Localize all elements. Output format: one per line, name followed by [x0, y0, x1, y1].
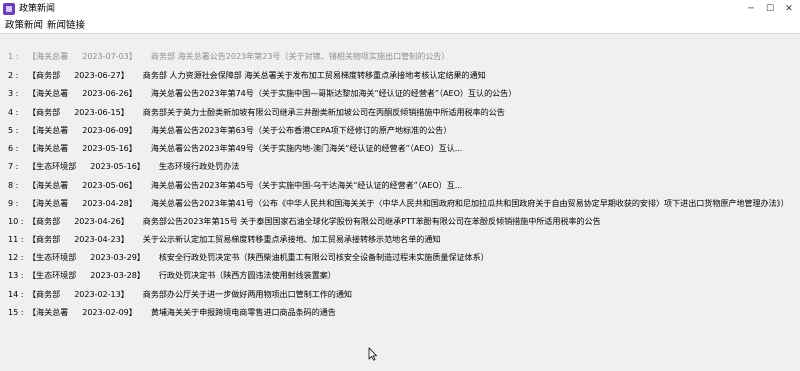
news-date: 2023-04-23】 [74, 234, 129, 244]
news-item[interactable]: 9 : 【海关总署 2023-04-28】 海关总署公告2023年第41号（公布《中华… [8, 197, 789, 209]
mouse-cursor-icon [368, 347, 378, 361]
news-source: 【海关总署 [28, 143, 69, 153]
news-title: 商务部关于英力士酚类新加坡有限公司继承三井酚类新加坡公司在丙酮反倾销措施中所适用… [142, 107, 505, 117]
news-date: 2023-06-27】 [74, 70, 129, 80]
news-title: 海关总署公告2023年第63号（关于公布香港CEPA项下经修订的原产地标准的公告… [150, 125, 452, 135]
news-title: 生态环境行政处罚办法 [158, 161, 240, 171]
news-date: 2023-04-28】 [82, 198, 137, 208]
news-source: 【海关总署 [28, 198, 69, 208]
news-item[interactable]: 4 : 【商务部 2023-06-15】 商务部关于英力士酚类新加坡有限公司继承三井酚… [8, 106, 505, 118]
news-index: 9 : [8, 198, 19, 208]
menu-policy-news[interactable]: 政策新闻 [3, 19, 45, 32]
news-index: 4 : [8, 107, 19, 117]
news-item[interactable]: 7 : 【生态环境部 2023-05-16】 生态环境行政处罚办法 [8, 160, 239, 172]
news-source: 【海关总署 [28, 125, 69, 135]
news-date: 2023-06-09】 [82, 125, 137, 135]
minimize-button[interactable]: ─ [742, 1, 760, 17]
news-index: 11 : [8, 234, 24, 244]
window-title: 政策新闻 [19, 4, 56, 14]
news-index: 1 : [8, 51, 19, 61]
menu-bar: 政策新闻 新闻链接 [0, 18, 800, 34]
menu-news-links[interactable]: 新闻链接 [45, 19, 87, 32]
news-index: 14 : [8, 289, 24, 299]
news-source: 【海关总署 [28, 307, 69, 317]
news-item[interactable]: 14 : 【商务部 2023-02-13】 商务部办公厅关于进一步做好两用物项出口管制… [8, 288, 352, 300]
news-item[interactable]: 12 : 【生态环境部 2023-03-29】 核安全行政处罚决定书（陕西柴油机重工有… [8, 251, 489, 263]
news-source: 【生态环境部 [28, 252, 77, 262]
news-item[interactable]: 13 : 【生态环境部 2023-03-28】 行政处罚决定书（陕西方圆违法使用射线装… [8, 269, 336, 281]
news-title: 关于公示新认定加工贸易梯度转移重点承接地、加工贸易承接转移示范地名单的通知 [142, 234, 441, 244]
close-button[interactable]: ✕ [780, 1, 798, 17]
news-item[interactable]: 15 : 【海关总署 2023-02-09】 黄埔海关关于申报跨境电商零售进口商品条码… [8, 306, 336, 318]
news-index: 2 : [8, 70, 19, 80]
news-date: 2023-06-15】 [74, 107, 129, 117]
news-title: 核安全行政处罚决定书（陕西柴油机重工有限公司核安全设备制造过程未实施质量保证体系… [158, 252, 489, 262]
news-source: 【商务部 [28, 289, 61, 299]
news-item[interactable]: 1 : 【海关总署 2023-07-03】 商务部 海关总署公告2023年第23号（关… [8, 50, 449, 62]
app-icon [3, 3, 15, 15]
news-item[interactable]: 3 : 【海关总署 2023-06-26】 海关总署公告2023年第74号（关于实施中… [8, 87, 516, 99]
news-index: 10 : [8, 216, 24, 226]
news-title: 海关总署公告2023年第45号（关于实施中国-乌干达海关“经认证的经营者”（AE… [150, 180, 463, 190]
news-list: 1 : 【海关总署 2023-07-03】 商务部 海关总署公告2023年第23号（关… [0, 34, 800, 371]
news-index: 5 : [8, 125, 19, 135]
news-title: 海关总署公告2023年第41号（公布《中华人民共和国海关关于〈中华人民共和国政府… [150, 198, 789, 208]
maximize-button[interactable]: ☐ [761, 1, 779, 17]
news-item[interactable]: 10 : 【商务部 2023-04-26】 商务部公告2023年第15号 关于泰国国家… [8, 215, 601, 227]
news-source: 【海关总署 [28, 180, 69, 190]
news-source: 【海关总署 [28, 51, 69, 61]
news-date: 2023-05-16】 [90, 161, 145, 171]
news-title: 商务部 海关总署公告2023年第23号（关于对镓、锗相关物项实施出口管制的公告） [150, 51, 450, 61]
title-bar: 政策新闻 ─ ☐ ✕ [0, 0, 800, 19]
news-date: 2023-05-06】 [82, 180, 137, 190]
news-title: 海关总署公告2023年第74号（关于实施中国—哥斯达黎加海关“经认证的经营者”（… [150, 88, 517, 98]
news-index: 3 : [8, 88, 19, 98]
news-title: 商务部公告2023年第15号 关于泰国国家石油全球化学股份有限公司继承PTT苯酚… [142, 216, 601, 226]
news-source: 【商务部 [28, 107, 61, 117]
news-index: 12 : [8, 252, 24, 262]
news-date: 2023-07-03】 [82, 51, 137, 61]
news-date: 2023-05-16】 [82, 143, 137, 153]
news-source: 【生态环境部 [28, 270, 77, 280]
news-date: 2023-02-09】 [82, 307, 137, 317]
news-date: 2023-03-28】 [90, 270, 145, 280]
news-title: 商务部 人力资源社会保障部 海关总署关于发布加工贸易梯度转移重点承接地考核认定结… [142, 70, 486, 80]
news-date: 2023-02-13】 [74, 289, 129, 299]
news-index: 7 : [8, 161, 19, 171]
news-item[interactable]: 6 : 【海关总署 2023-05-16】 海关总署公告2023年第49号（关于实施内… [8, 142, 462, 154]
news-date: 2023-04-26】 [74, 216, 129, 226]
news-title: 海关总署公告2023年第49号（关于实施内地-澳门海关“经认证的经营者”（AEO… [150, 143, 463, 153]
news-title: 商务部办公厅关于进一步做好两用物项出口管制工作的通知 [142, 289, 352, 299]
news-index: 15 : [8, 307, 24, 317]
news-source: 【生态环境部 [28, 161, 77, 171]
news-item[interactable]: 11 : 【商务部 2023-04-23】 关于公示新认定加工贸易梯度转移重点承接地、… [8, 233, 440, 245]
news-date: 2023-03-29】 [90, 252, 145, 262]
news-source: 【商务部 [28, 70, 61, 80]
news-date: 2023-06-26】 [82, 88, 137, 98]
news-item[interactable]: 5 : 【海关总署 2023-06-09】 海关总署公告2023年第63号（关于公布香… [8, 124, 451, 136]
news-index: 6 : [8, 143, 19, 153]
news-item[interactable]: 8 : 【海关总署 2023-05-06】 海关总署公告2023年第45号（关于实施中… [8, 179, 462, 191]
news-source: 【商务部 [28, 234, 61, 244]
news-title: 行政处罚决定书（陕西方圆违法使用射线装置案） [158, 270, 336, 280]
news-index: 8 : [8, 180, 19, 190]
news-item[interactable]: 2 : 【商务部 2023-06-27】 商务部 人力资源社会保障部 海关总署关于发布… [8, 69, 486, 81]
news-index: 13 : [8, 270, 24, 280]
news-title: 黄埔海关关于申报跨境电商零售进口商品条码的通告 [150, 307, 336, 317]
news-source: 【海关总署 [28, 88, 69, 98]
news-source: 【商务部 [28, 216, 61, 226]
